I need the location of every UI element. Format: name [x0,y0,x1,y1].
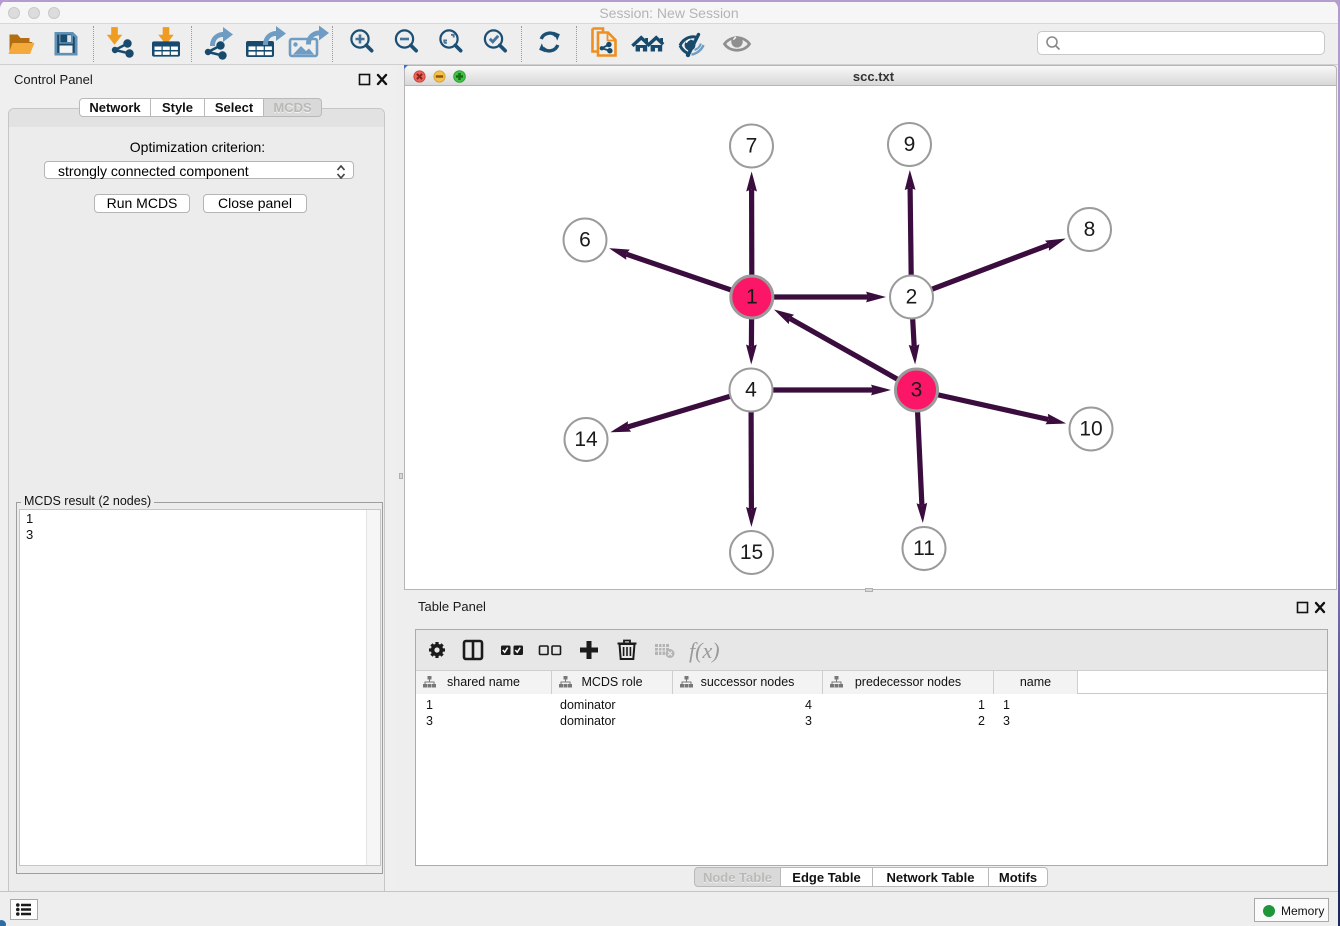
svg-text:11: 11 [913,537,935,560]
svg-text:7: 7 [746,135,758,158]
svg-text:2: 2 [906,286,918,309]
svg-text:14: 14 [574,428,598,451]
svg-text:10: 10 [1079,418,1102,441]
svg-text:3: 3 [911,379,923,402]
svg-text:6: 6 [579,229,591,252]
svg-text:4: 4 [745,379,757,402]
svg-text:8: 8 [1084,218,1096,241]
svg-text:9: 9 [904,133,916,156]
svg-text:1: 1 [746,286,758,309]
svg-text:f(x): f(x) [689,638,720,663]
svg-text:15: 15 [740,541,763,564]
